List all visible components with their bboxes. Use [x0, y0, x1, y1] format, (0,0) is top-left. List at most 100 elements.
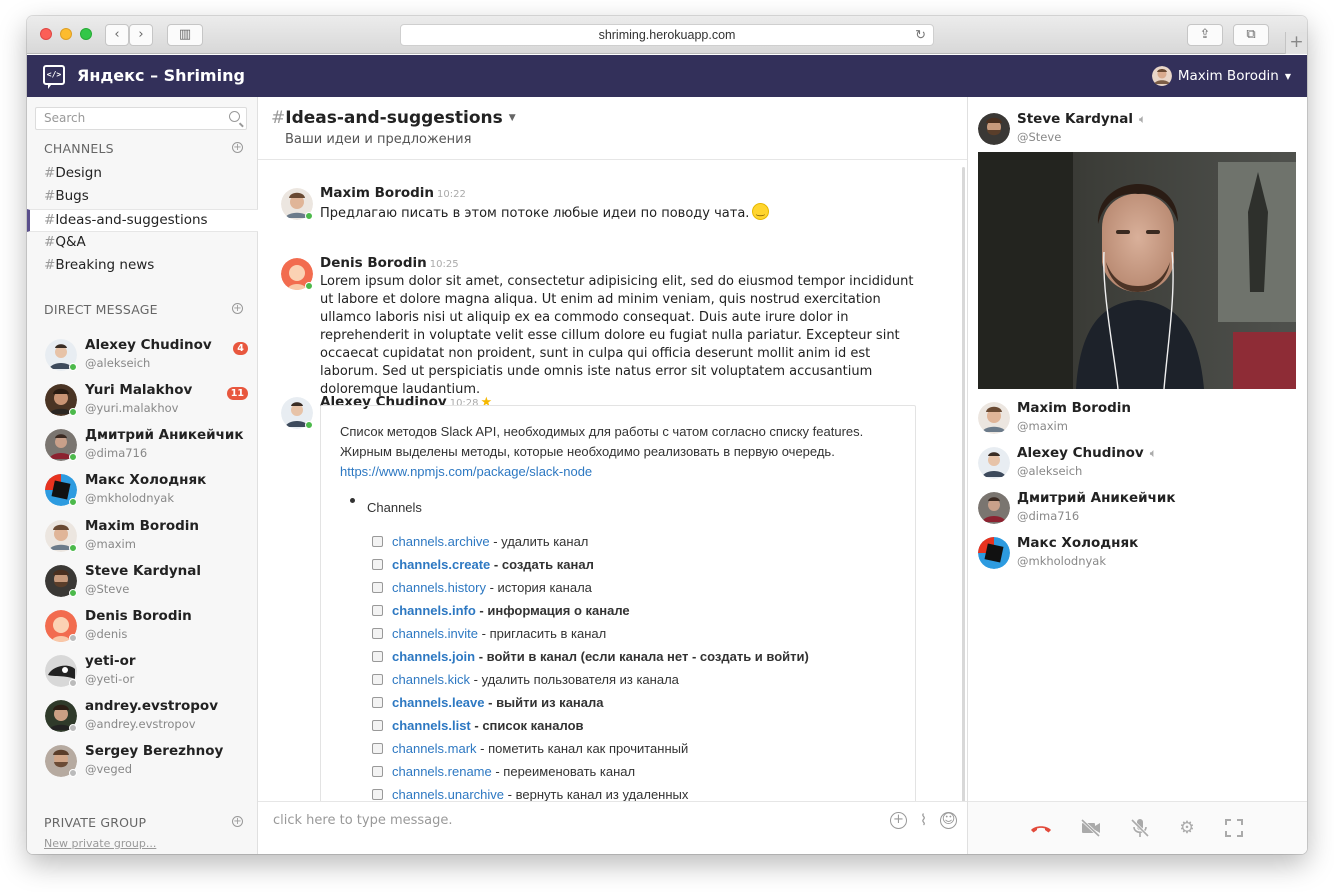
checkbox[interactable]: [372, 651, 383, 662]
checkbox[interactable]: [372, 766, 383, 777]
dm-item[interactable]: Alexey Chudinov @alekseich 4: [45, 337, 250, 377]
avatar: [978, 447, 1010, 479]
chevron-down-icon: ▼: [1284, 71, 1291, 81]
user-menu-button[interactable]: Maxim Borodin ▼: [1151, 65, 1291, 87]
search-icon[interactable]: [229, 111, 240, 122]
new-tab-button[interactable]: +: [1285, 32, 1307, 54]
npm-link[interactable]: https://www.npmjs.com/package/slack-node: [340, 464, 592, 479]
message-author[interactable]: Denis Borodin 10:25: [320, 255, 459, 271]
chevron-right-icon[interactable]: ›: [129, 24, 153, 46]
channel-label: Breaking news: [55, 257, 155, 273]
message-composer[interactable]: click here to type message. + ⌇ ☺: [258, 801, 967, 854]
reload-icon[interactable]: ↻: [915, 25, 926, 45]
chevron-down-icon: ▼: [508, 113, 516, 123]
scrollbar[interactable]: [962, 167, 965, 807]
dm-item[interactable]: Sergey Berezhnoy @veged: [45, 743, 250, 783]
minimize-window-button[interactable]: [60, 28, 72, 40]
dm-name: Maxim Borodin: [85, 518, 200, 534]
private-group-section-title: PRIVATE GROUP: [44, 815, 147, 830]
channel-item-breaking-news[interactable]: #Breaking news: [27, 255, 258, 278]
message-author[interactable]: Maxim Borodin 10:22: [320, 185, 466, 201]
checkbox[interactable]: [372, 628, 383, 639]
participant[interactable]: Maxim Borodin @maxim: [978, 400, 1298, 442]
method-description: - пригласить в канал: [481, 626, 607, 641]
method-item: channels.info - информация о канале: [372, 603, 630, 623]
dm-item[interactable]: yeti-or @yeti-or: [45, 653, 250, 693]
checkbox[interactable]: [372, 559, 383, 570]
method-item: channels.leave - выйти из канала: [372, 695, 604, 715]
dm-item[interactable]: Yuri Malakhov @yuri.malakhov 11: [45, 382, 250, 422]
dm-username: @andrey.evstropov: [85, 717, 196, 731]
participant[interactable]: Макс Холодняк @mkholodnyak: [978, 535, 1298, 577]
dm-item[interactable]: Denis Borodin @denis: [45, 608, 250, 648]
user-name: Maxim Borodin: [1177, 68, 1279, 84]
dm-item[interactable]: andrey.evstropov @andrey.evstropov: [45, 698, 250, 738]
participant-username: @mkholodnyak: [1017, 554, 1107, 568]
video-stream[interactable]: [978, 152, 1296, 389]
method-link[interactable]: channels.create: [392, 557, 490, 572]
channel-item-design[interactable]: #Design: [27, 163, 258, 186]
new-private-group-link[interactable]: New private group...: [44, 837, 156, 850]
attachment-line: Жирным выделены методы, которые необходи…: [340, 444, 835, 459]
checkbox[interactable]: [372, 697, 383, 708]
channel-title[interactable]: #Ideas-and-suggestions ▼: [271, 108, 516, 128]
participant-name: Alexey Chudinov 🔈︎: [1017, 445, 1157, 461]
close-window-button[interactable]: [40, 28, 52, 40]
participant[interactable]: Alexey Chudinov 🔈︎ @alekseich: [978, 445, 1298, 487]
emoji-icon[interactable]: ☺: [940, 812, 957, 829]
method-link[interactable]: channels.unarchive: [392, 787, 504, 802]
checkbox[interactable]: [372, 582, 383, 593]
checkbox[interactable]: [372, 674, 383, 685]
method-link[interactable]: channels.rename: [392, 764, 492, 779]
method-item: channels.create - создать канал: [372, 557, 594, 577]
checkbox[interactable]: [372, 720, 383, 731]
participant[interactable]: Дмитрий Аникейчик @dima716: [978, 490, 1298, 532]
method-description: - удалить канал: [493, 534, 589, 549]
method-link[interactable]: channels.list: [392, 718, 471, 733]
bullet: [350, 498, 355, 503]
add-dm-icon[interactable]: +: [232, 303, 243, 314]
fullscreen-icon[interactable]: [1222, 816, 1246, 840]
dm-item[interactable]: Макс Холодняк @mkholodnyak: [45, 472, 250, 512]
dm-item[interactable]: Maxim Borodin @maxim: [45, 518, 250, 558]
method-link[interactable]: channels.mark: [392, 741, 477, 756]
method-link[interactable]: channels.kick: [392, 672, 470, 687]
avatar: [978, 402, 1010, 434]
speaker-name-text: Steve Kardynal: [1017, 111, 1134, 127]
settings-icon[interactable]: ⚙: [1175, 816, 1199, 840]
method-link[interactable]: channels.invite: [392, 626, 478, 641]
camera-off-icon[interactable]: [1079, 816, 1103, 840]
channel-item-qa[interactable]: #Q&A: [27, 232, 258, 255]
search-input[interactable]: Search: [35, 107, 247, 130]
checkbox[interactable]: [372, 536, 383, 547]
checkbox[interactable]: [372, 743, 383, 754]
method-link[interactable]: channels.join: [392, 649, 475, 664]
mic-off-icon[interactable]: [1128, 816, 1152, 840]
method-link[interactable]: channels.info: [392, 603, 476, 618]
tabs-icon[interactable]: ⧉: [1233, 24, 1269, 46]
participant-name: Макс Холодняк: [1017, 535, 1139, 551]
share-icon[interactable]: ⇪: [1187, 24, 1223, 46]
add-private-group-icon[interactable]: +: [232, 816, 243, 827]
channel-item-bugs[interactable]: #Bugs: [27, 186, 258, 209]
sidebar-toggle-icon[interactable]: ▥: [167, 24, 203, 46]
zoom-window-button[interactable]: [80, 28, 92, 40]
checkbox[interactable]: [372, 605, 383, 616]
paperclip-icon[interactable]: ⌇: [915, 812, 932, 829]
dm-item[interactable]: Steve Kardynal @Steve: [45, 563, 250, 603]
dm-item[interactable]: Дмитрий Аникейчик @dima716: [45, 427, 250, 467]
method-link[interactable]: channels.archive: [392, 534, 490, 549]
hangup-icon[interactable]: [1029, 816, 1053, 840]
chevron-left-icon[interactable]: ‹: [105, 24, 129, 46]
dm-name: Alexey Chudinov: [85, 337, 212, 353]
message-attachment: Список методов Slack API, необходимых дл…: [320, 405, 916, 805]
channel-item-ideas-and-suggestions[interactable]: #Ideas-and-suggestions: [27, 209, 258, 232]
method-link[interactable]: channels.leave: [392, 695, 485, 710]
method-link[interactable]: channels.history: [392, 580, 486, 595]
add-icon[interactable]: +: [890, 812, 907, 829]
checkbox[interactable]: [372, 789, 383, 800]
active-speaker[interactable]: Steve Kardynal 🔈︎ @Steve: [978, 111, 1298, 153]
add-channel-icon[interactable]: +: [232, 142, 243, 153]
address-bar[interactable]: shriming.herokuapp.com ↻: [400, 24, 934, 46]
search-placeholder: Search: [44, 111, 86, 125]
